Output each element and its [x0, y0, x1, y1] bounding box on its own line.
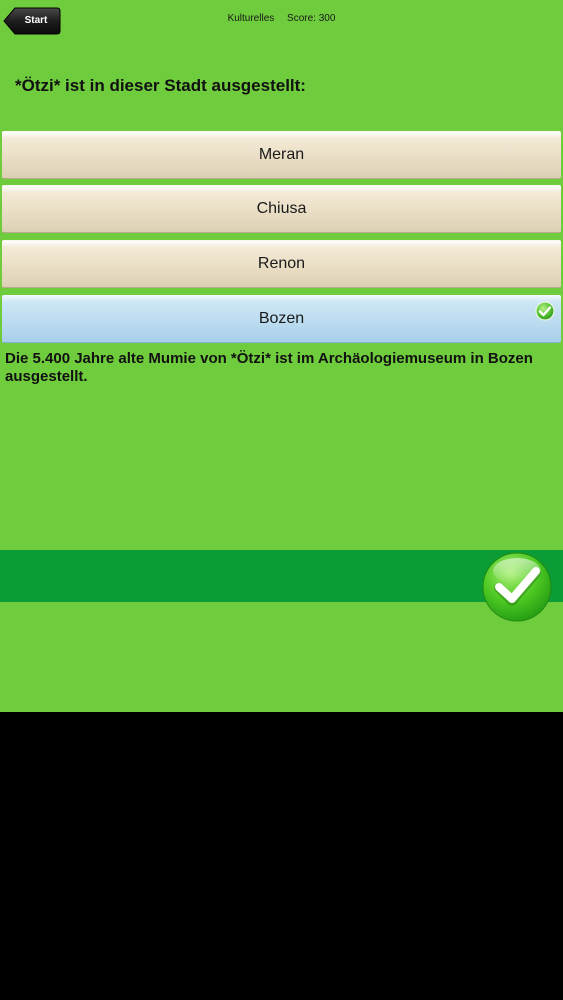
quiz-screen: Start Kulturelles Score: 300 *Ötzi* ist … [0, 0, 563, 712]
header-info: Kulturelles Score: 300 [160, 13, 403, 24]
start-button-label: Start [24, 15, 48, 26]
question-text: *Ötzi* ist in dieser Stadt ausgestellt: [15, 76, 306, 95]
answer-option-meran[interactable]: Meran [2, 131, 561, 179]
answer-label: Meran [258, 146, 305, 163]
answer-option-chiusa[interactable]: Chiusa [2, 185, 561, 233]
answer-label: Bozen [258, 310, 305, 327]
category-label: Kulturelles [227, 13, 275, 24]
explanation-text: Die 5.400 Jahre alte Mumie von *Ötzi* is… [5, 350, 533, 385]
answer-option-renon[interactable]: Renon [2, 240, 561, 288]
checkmark-icon [482, 552, 552, 622]
start-back-button[interactable]: Start [3, 7, 61, 35]
score-label: Score: 300 [287, 13, 336, 24]
header-bar: Start Kulturelles Score: 300 [0, 0, 563, 40]
answer-label: Renon [257, 255, 306, 272]
confirm-next-button[interactable] [481, 551, 553, 623]
answer-option-bozen[interactable]: Bozen [2, 295, 561, 343]
letterbox-area [0, 712, 563, 1000]
answer-label: Chiusa [256, 200, 307, 217]
confirm-bar [0, 550, 563, 602]
correct-checkmark-icon [535, 301, 555, 321]
